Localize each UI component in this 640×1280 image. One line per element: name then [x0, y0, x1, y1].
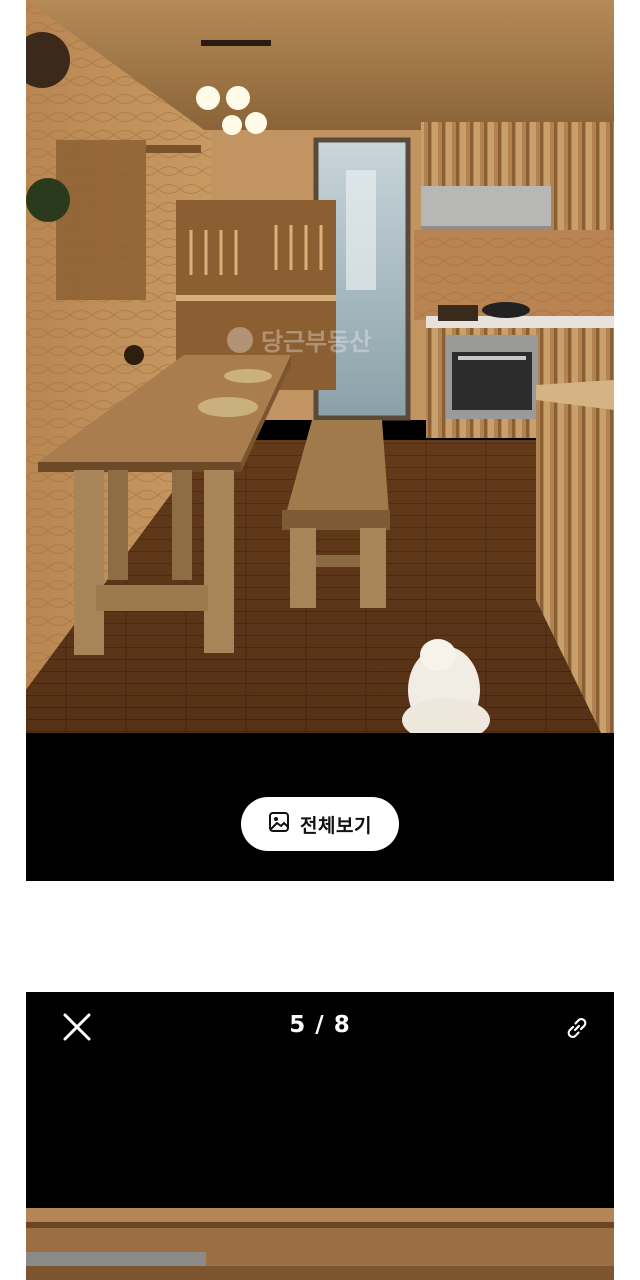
- view-all-label: 전체보기: [300, 814, 372, 837]
- view-all-button[interactable]: 전체보기: [241, 797, 399, 851]
- page-counter: 5 / 8: [289, 1012, 351, 1038]
- listing-photo[interactable]: 당근부동산: [26, 0, 614, 733]
- photo-footer-bar: 전체보기: [26, 733, 614, 881]
- listing-photo-partial[interactable]: [26, 1208, 614, 1280]
- watermark-text: 당근부동산: [261, 328, 371, 356]
- link-icon: [567, 1018, 587, 1038]
- photo-viewer-top: 당근부동산 전체보기: [26, 0, 614, 881]
- photo-viewer-bottom: 5 / 8: [26, 992, 614, 1280]
- image-icon: [268, 811, 290, 837]
- share-link-button[interactable]: [563, 1014, 591, 1042]
